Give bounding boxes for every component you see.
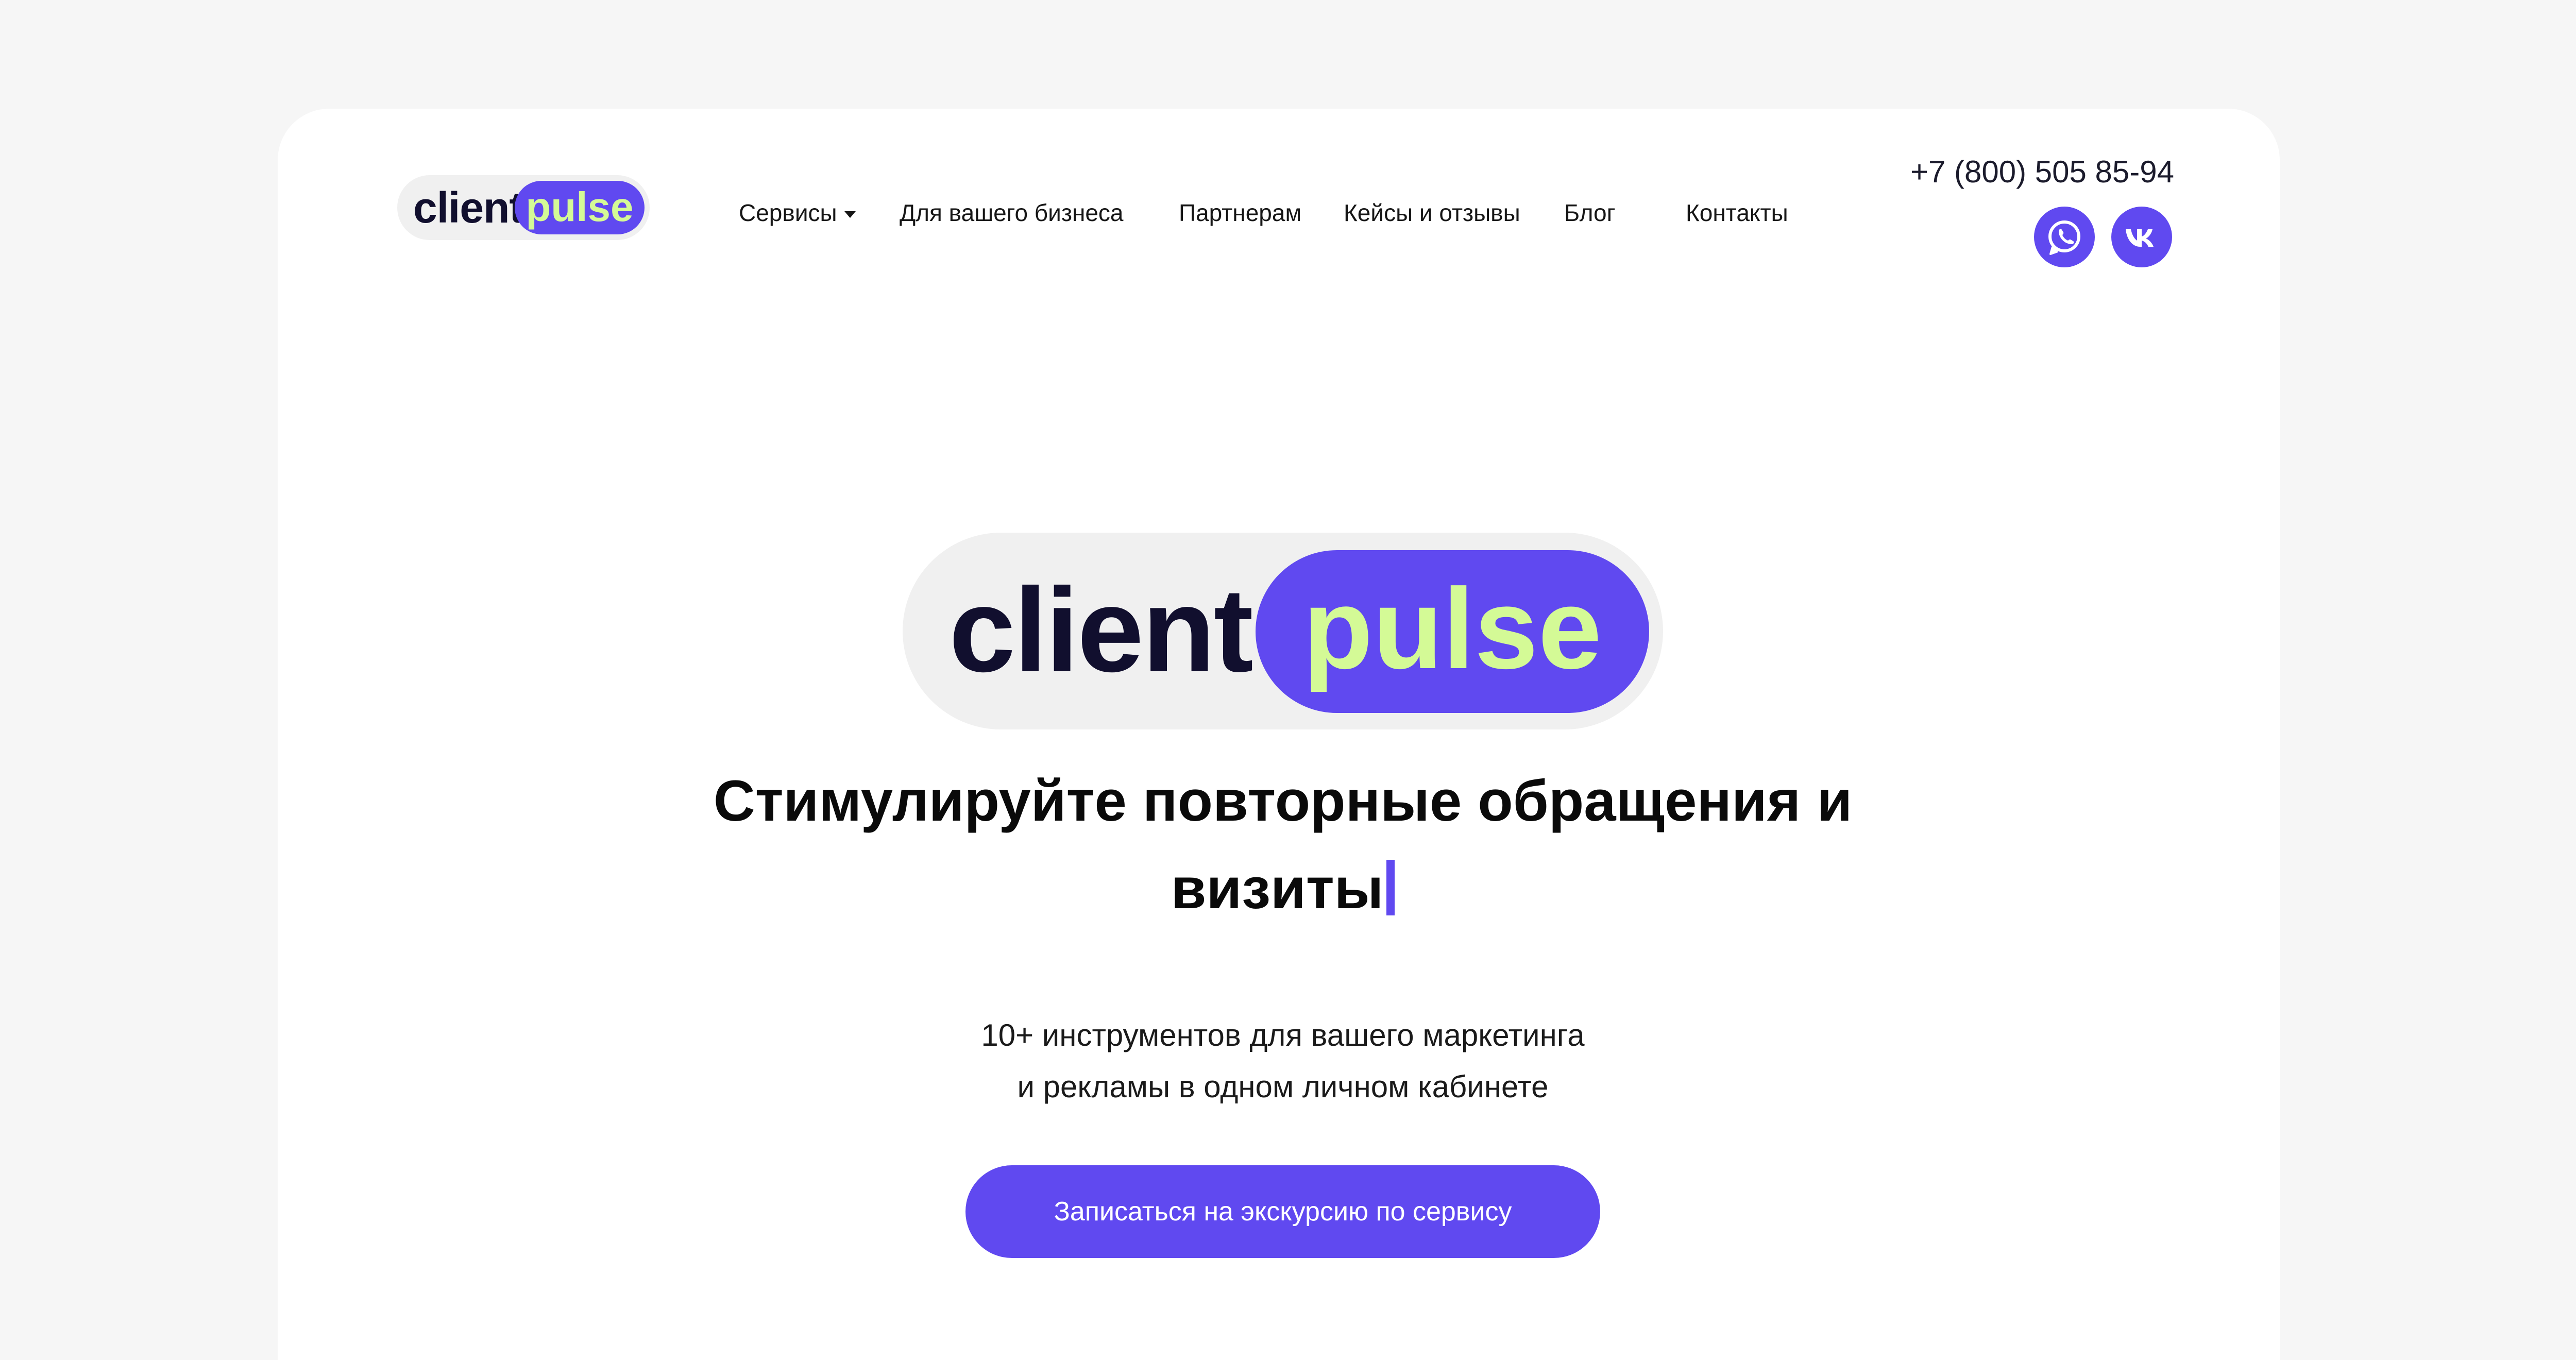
- page-background: client pulse Сервисы Для вашего бизнеса …: [0, 0, 2576, 1360]
- nav-item-services-label: Сервисы: [739, 199, 837, 226]
- nav-item-blog[interactable]: Блог: [1564, 195, 1615, 231]
- nav-item-partners[interactable]: Партнерам: [1179, 195, 1301, 231]
- vk-button[interactable]: [2111, 207, 2172, 267]
- header-logo[interactable]: client pulse: [397, 175, 650, 240]
- logo-word-pulse: pulse: [515, 181, 645, 234]
- hero-subtext-line1: 10+ инструментов для вашего маркетинга: [981, 1018, 1585, 1052]
- nav-item-contacts[interactable]: Контакты: [1686, 195, 1788, 231]
- nav-item-business[interactable]: Для вашего бизнеса: [900, 195, 1124, 231]
- book-tour-button[interactable]: Записаться на экскурсию по сервису: [965, 1165, 1600, 1258]
- nav-item-cases-reviews[interactable]: Кейсы и отзывы: [1344, 195, 1520, 231]
- hero-logo-word-client: client: [949, 564, 1253, 697]
- whatsapp-icon: [2048, 220, 2080, 255]
- hero-headline-line2-wrap: визиты: [618, 845, 1947, 932]
- whatsapp-button[interactable]: [2034, 207, 2095, 267]
- hero-headline-line2: визиты: [1171, 856, 1384, 921]
- phone-number[interactable]: +7 (800) 505 85-94: [1886, 152, 2174, 192]
- caret-down-icon: [844, 211, 856, 218]
- hero-headline-line1: Стимулируйте повторные обращения и: [713, 769, 1853, 833]
- hero-logo: client pulse: [903, 533, 1663, 729]
- hero-subtext-line2: и рекламы в одном личном кабинете: [1017, 1069, 1549, 1104]
- hero-logo-word-pulse: pulse: [1256, 550, 1649, 713]
- nav-item-services[interactable]: Сервисы: [739, 195, 856, 231]
- hero-headline: Стимулируйте повторные обращения и визит…: [618, 757, 1947, 932]
- text-cursor: [1386, 860, 1395, 915]
- logo-word-client: client: [413, 183, 523, 232]
- vk-icon: [2126, 229, 2154, 247]
- hero-subtext: 10+ инструментов для вашего маркетинга и…: [824, 1010, 1741, 1113]
